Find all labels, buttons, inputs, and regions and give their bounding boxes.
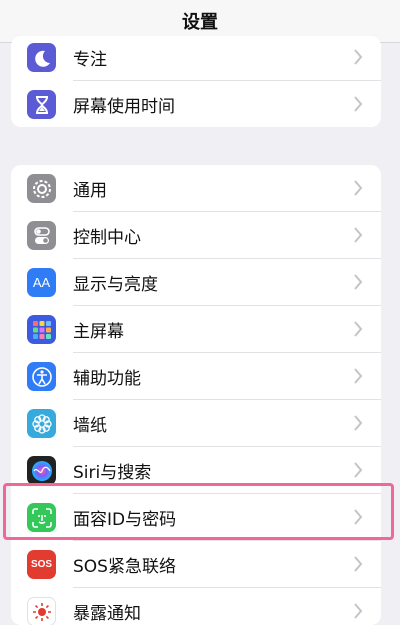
aa-text-icon: AA [27,268,56,297]
chevron-right-icon [354,96,363,112]
chevron-right-icon [354,462,363,478]
chevron-right-icon [354,321,363,337]
settings-row-label: 墙纸 [73,416,107,436]
chevron-right-icon [354,180,363,196]
settings-row-label: 通用 [73,181,107,201]
settings-group-focus: 专注 屏幕使用时间 [11,36,381,127]
settings-row-general[interactable]: 通用 [11,165,381,212]
siri-icon [27,456,56,485]
icon-glyph: AA [32,275,51,290]
settings-row-wallpaper[interactable]: 墙纸 [11,400,381,447]
chevron-right-icon [354,227,363,243]
settings-group-general: 通用 控制中心 AA 显示与亮度 主屏幕 辅助功能 墙纸 Siri与搜索 面容I… [11,165,381,625]
settings-row-accessibility[interactable]: 辅助功能 [11,353,381,400]
chevron-right-icon [354,415,363,431]
highlight-box [3,483,394,540]
settings-row-label: 显示与亮度 [73,275,158,295]
settings-row-focus[interactable]: 专注 [11,36,381,81]
chevron-right-icon [354,49,363,65]
settings-row-label: Siri与搜索 [73,463,152,483]
hourglass-icon [27,90,56,119]
chevron-right-icon [354,274,363,290]
settings-row-sos[interactable]: SOS SOS紧急联络 [11,541,381,588]
exposure-icon [27,597,56,625]
settings-row-label: SOS紧急联络 [73,557,176,577]
settings-row-label: 专注 [73,50,107,70]
settings-row-label: 主屏幕 [73,322,124,342]
app-grid-icon [27,315,56,344]
settings-row-label: 屏幕使用时间 [73,97,175,117]
chevron-right-icon [354,556,363,572]
gear-icon [27,174,56,203]
moon-icon [27,43,56,72]
settings-row-label: 控制中心 [73,228,141,248]
flower-icon [27,409,56,438]
sos-icon: SOS [27,550,56,579]
settings-row-label: 辅助功能 [73,369,141,389]
chevron-right-icon [354,368,363,384]
toggles-icon [27,221,56,250]
accessibility-icon [27,362,56,391]
chevron-right-icon [354,603,363,619]
settings-row-screen-time[interactable]: 屏幕使用时间 [11,81,381,127]
settings-row-control-center[interactable]: 控制中心 [11,212,381,259]
settings-row-exposure[interactable]: 暴露通知 [11,588,381,625]
page-title: 设置 [182,12,218,33]
settings-row-label: 暴露通知 [73,604,141,624]
settings-row-display[interactable]: AA 显示与亮度 [11,259,381,306]
settings-row-home-screen[interactable]: 主屏幕 [11,306,381,353]
icon-glyph: SOS [30,559,53,570]
